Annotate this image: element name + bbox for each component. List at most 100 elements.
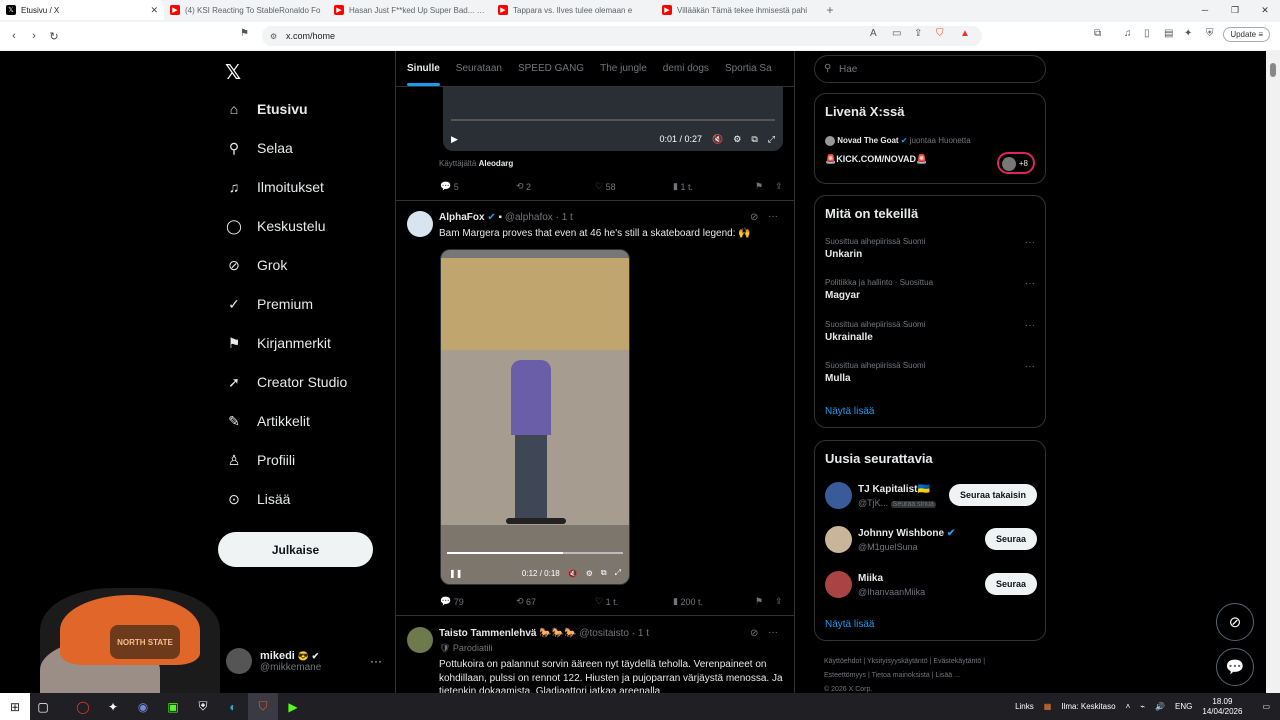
trend-more-icon[interactable]: ···: [1025, 278, 1035, 289]
grok-icon[interactable]: ⊘: [750, 212, 758, 223]
tab-speed-gang[interactable]: SPEED GANG: [518, 63, 584, 74]
tab-for-you[interactable]: Sinulle: [407, 63, 440, 86]
browser-tab[interactable]: ▶ Villääkän Tämä tekee ihmisestä pahi: [656, 0, 820, 20]
nav-item-grok[interactable]: ⊘ Grok: [225, 256, 287, 274]
tab-sportia[interactable]: Sportia Sa: [725, 63, 772, 74]
sidebar-toggle-icon[interactable]: ▯: [1144, 28, 1150, 39]
brave-taskbar-icon[interactable]: ⛉: [248, 693, 278, 720]
fullscreen-icon[interactable]: ⤢: [768, 134, 775, 145]
live-host-row[interactable]: Novad The Goat ✔ juontaa Huonetta: [825, 136, 971, 146]
video-progress-bar[interactable]: [447, 552, 623, 554]
credit-user[interactable]: Aleodarg: [479, 159, 514, 168]
pause-icon[interactable]: ❚❚: [449, 569, 462, 578]
opera-icon[interactable]: ◯: [68, 693, 98, 720]
follow-button[interactable]: Seuraa: [984, 528, 1037, 550]
links-toolbar[interactable]: Links: [1015, 702, 1034, 711]
browser-tab-active[interactable]: 𝕏 Etusivu / X ✕: [0, 0, 164, 20]
trend-more-icon[interactable]: ···: [1025, 361, 1035, 372]
close-window-icon[interactable]: ✕: [1250, 0, 1280, 20]
streaming-app-icon[interactable]: ▶: [278, 693, 308, 720]
pip-icon[interactable]: ⧉: [601, 568, 607, 578]
weather-icon[interactable]: ▦: [1044, 702, 1052, 711]
follow-suggestion[interactable]: Miika @IhanvaanMiika Seuraa: [825, 571, 1037, 601]
back-icon[interactable]: ‹: [4, 26, 24, 46]
extension-icon[interactable]: ⧉: [1094, 28, 1101, 39]
nav-item-more[interactable]: ⊙ Lisää: [225, 490, 290, 508]
author-handle[interactable]: @tositaisto · 1 t: [579, 628, 649, 639]
live-listeners-badge[interactable]: +8: [997, 152, 1035, 174]
new-tab-button[interactable]: +: [820, 0, 840, 20]
app-icon[interactable]: ✦: [98, 693, 128, 720]
task-view-icon[interactable]: ▢: [30, 693, 56, 720]
repost-button[interactable]: ⟲ 2: [516, 181, 595, 192]
site-settings-icon[interactable]: ⚙: [270, 32, 277, 41]
nav-item-premium[interactable]: ✓ Premium: [225, 295, 313, 313]
tray-overflow-icon[interactable]: ˄: [1126, 702, 1131, 711]
edge-icon[interactable]: ◐: [218, 693, 248, 720]
show-more-trends-link[interactable]: Näytä lisää: [825, 406, 874, 417]
mute-icon[interactable]: 🔇: [568, 569, 578, 578]
footer-link[interactable]: Yksityisyyskäytäntö: [867, 658, 928, 665]
author-name[interactable]: AlphaFox: [439, 212, 485, 223]
minimize-icon[interactable]: ─: [1190, 0, 1220, 20]
follow-suggestion[interactable]: Johnny Wishbone ✔ @M1guelSuna Seuraa: [825, 526, 1037, 556]
nav-item-creator-studio[interactable]: ➚ Creator Studio: [225, 373, 347, 391]
chat-float-button[interactable]: 💬: [1216, 648, 1254, 686]
discord-icon[interactable]: ◉: [128, 693, 158, 720]
page-scrollbar[interactable]: [1266, 51, 1280, 693]
footer-link[interactable]: Esteettömyys: [824, 672, 866, 679]
top-video-player[interactable]: ▶ 0:01 / 0:27 🔇 ⚙ ⧉ ⤢: [443, 87, 783, 151]
account-switcher[interactable]: mikedi 😎 ✔ @mikkemane: [226, 648, 321, 674]
follow-back-button[interactable]: Seuraa takaisin: [948, 484, 1037, 506]
settings-icon[interactable]: ⚙: [733, 134, 741, 145]
weather-text[interactable]: Ilma: Keskitaso: [1061, 702, 1115, 711]
search-input[interactable]: ⚲ Hae: [814, 55, 1046, 83]
browser-tab[interactable]: ▶ Hasan Just F**ked Up Super Bad... - Y: [328, 0, 492, 20]
tweet-video-player[interactable]: ❚❚ 0:12 / 0:18 🔇 ⚙ ⧉ ⤢: [440, 249, 630, 585]
trend-more-icon[interactable]: ···: [1025, 320, 1035, 331]
trend-item[interactable]: Suosittua aihepiirissä Suomi Unkarin ···: [825, 237, 1035, 260]
live-stream-title[interactable]: 🚨KICK.COM/NOVAD🚨: [825, 154, 927, 165]
leo-icon[interactable]: ✦: [1184, 28, 1192, 39]
maximize-icon[interactable]: ❐: [1220, 0, 1250, 20]
pip-icon[interactable]: ⧉: [751, 134, 757, 145]
footer-link[interactable]: Käyttöehdot: [824, 658, 861, 665]
avatar[interactable]: [407, 211, 433, 237]
reply-button[interactable]: 💬 5: [440, 181, 516, 192]
update-button[interactable]: Update ≡: [1223, 27, 1270, 42]
reply-button[interactable]: 💬 79: [440, 596, 516, 607]
trend-item[interactable]: Politiikka ja hallinto · Suosittua Magyar…: [825, 278, 1035, 301]
media-icon[interactable]: ♫: [1124, 28, 1132, 39]
x-logo-icon[interactable]: 𝕏: [225, 60, 241, 84]
post-button[interactable]: Julkaise: [218, 532, 373, 567]
play-icon[interactable]: ▶: [451, 134, 458, 145]
vpn-icon[interactable]: ⛨: [1206, 28, 1214, 39]
tab-following[interactable]: Seurataan: [456, 63, 502, 74]
wallet-icon[interactable]: ▤: [1164, 28, 1173, 39]
reload-icon[interactable]: ↻: [44, 26, 64, 46]
scrollbar-thumb[interactable]: [1270, 63, 1276, 77]
nav-item-notifications[interactable]: ♫ Ilmoitukset: [225, 178, 324, 196]
nav-item-chat[interactable]: ◯ Keskustelu: [225, 217, 325, 235]
share-icon[interactable]: ⇪: [775, 596, 783, 607]
close-tab-icon[interactable]: ✕: [150, 5, 158, 16]
repost-button[interactable]: ⟲ 67: [516, 596, 595, 607]
footer-link[interactable]: Tietoa mainoksista: [872, 672, 930, 679]
views-button[interactable]: ▮ 1 t.: [673, 181, 755, 192]
more-options-icon[interactable]: ···: [768, 211, 778, 222]
browser-tab[interactable]: ▶ (4) KSI Reacting To StableRonaldo Fo: [164, 0, 328, 20]
fullscreen-icon[interactable]: ⤢: [615, 568, 621, 578]
nav-item-home[interactable]: ⌂ Etusivu: [225, 100, 308, 118]
avatar[interactable]: [407, 627, 433, 653]
forward-icon[interactable]: ›: [24, 26, 44, 46]
bookmark-page-icon[interactable]: ⚑: [240, 28, 249, 39]
author-name[interactable]: Taisto Tammenlehvä: [439, 628, 536, 639]
follow-button[interactable]: Seuraa: [984, 573, 1037, 595]
tab-demi-dogs[interactable]: demi dogs: [663, 63, 709, 74]
translate-icon[interactable]: A: [870, 28, 877, 39]
bookmark-icon[interactable]: ⚑: [755, 181, 775, 192]
like-button[interactable]: ♡ 1 t.: [595, 596, 673, 607]
notification-icon[interactable]: ▭: [1262, 702, 1270, 711]
brave-shield-icon[interactable]: ⛉: [936, 28, 944, 39]
mute-icon[interactable]: 🔇: [712, 134, 723, 145]
